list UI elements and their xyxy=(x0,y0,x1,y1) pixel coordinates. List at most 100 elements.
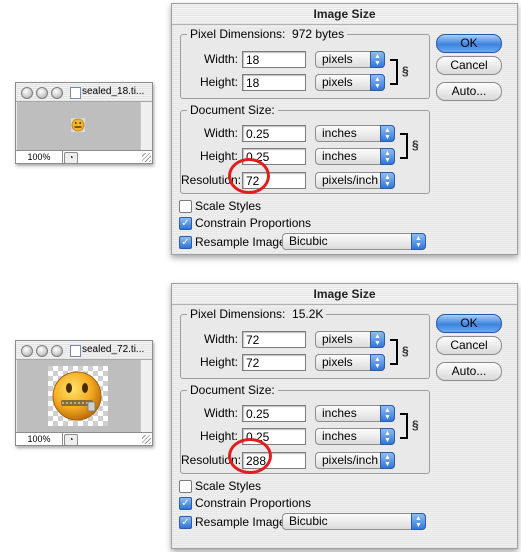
resize-grip[interactable] xyxy=(142,435,151,444)
zoom-level[interactable]: 100% xyxy=(16,151,63,163)
px-height-field[interactable]: 18 xyxy=(242,74,306,91)
px-height-unit-select[interactable]: pixels ▲ ▼ xyxy=(315,354,385,371)
resample-image-label: Resample Image: xyxy=(195,515,290,529)
resample-image-checkbox[interactable]: ✓ xyxy=(179,516,192,529)
chain-link-icon: § xyxy=(412,418,419,432)
scale-styles-label: Scale Styles xyxy=(195,199,262,213)
popup-arrows-icon: ▲ ▼ xyxy=(380,405,395,422)
zoom-level[interactable]: 100% xyxy=(16,433,63,445)
doc-width-unit-select[interactable]: inches ▲ ▼ xyxy=(315,125,395,142)
status-menu-icon[interactable]: ◔ xyxy=(64,434,78,446)
popup-arrows-icon: ▲ ▼ xyxy=(411,233,426,250)
resample-method-select[interactable]: Bicubic ▲ ▼ xyxy=(282,233,426,250)
document-window-72[interactable]: sealed_72.ti... 100% ◔ xyxy=(15,340,153,446)
document-size-label: Document Size: xyxy=(187,103,278,117)
chain-link-icon: § xyxy=(402,344,409,358)
doc-width-label: Width: xyxy=(203,126,238,140)
zoom-window-button[interactable] xyxy=(51,345,63,357)
resolution-highlight-circle xyxy=(228,158,270,194)
doc-width-field[interactable]: 0.25 xyxy=(242,405,306,422)
scale-styles-label: Scale Styles xyxy=(195,479,262,493)
resolution-unit-select[interactable]: pixels/inch ▲ ▼ xyxy=(315,452,395,469)
zoom-window-button[interactable] xyxy=(51,87,63,99)
px-width-field[interactable]: 72 xyxy=(242,331,306,348)
popup-arrows-icon: ▲ ▼ xyxy=(380,428,395,445)
ok-button[interactable]: OK xyxy=(436,314,502,333)
close-window-button[interactable] xyxy=(21,87,33,99)
dialog-title: Image Size xyxy=(172,284,517,305)
popup-arrows-icon: ▲ ▼ xyxy=(370,331,385,348)
document-title-bar[interactable]: sealed_72.ti... xyxy=(16,341,152,360)
chain-link-icon: § xyxy=(402,64,409,78)
chain-link-icon: § xyxy=(412,138,419,152)
constrain-proportions-checkbox[interactable]: ✓ xyxy=(179,217,192,230)
cancel-button[interactable]: Cancel xyxy=(436,56,502,75)
document-window-18[interactable]: sealed_18.ti... 100% ◔ xyxy=(15,82,153,164)
popup-arrows-icon: ▲ ▼ xyxy=(370,354,385,371)
pixel-dimensions-value: 15.2K xyxy=(292,307,324,321)
px-width-unit-select[interactable]: pixels ▲ ▼ xyxy=(315,51,385,68)
minimize-window-button[interactable] xyxy=(36,345,48,357)
vertical-scrollbar[interactable] xyxy=(140,102,152,150)
auto-button[interactable]: Auto... xyxy=(436,82,502,101)
doc-height-label: Height: xyxy=(199,429,238,443)
document-canvas[interactable] xyxy=(17,360,140,432)
px-width-label: Width: xyxy=(203,332,238,346)
document-size-label: Document Size: xyxy=(187,383,278,397)
ok-button[interactable]: OK xyxy=(436,34,502,53)
doc-width-label: Width: xyxy=(203,406,238,420)
px-width-unit-select[interactable]: pixels ▲ ▼ xyxy=(315,331,385,348)
doc-height-unit-select[interactable]: inches ▲ ▼ xyxy=(315,428,395,445)
pixel-dimensions-group: Pixel Dimensions: 972 bytes Width: 18 pi… xyxy=(180,27,430,99)
resample-image-checkbox[interactable]: ✓ xyxy=(179,236,192,249)
constrain-proportions-checkbox[interactable]: ✓ xyxy=(179,497,192,510)
zipper-mouth-emoji-large xyxy=(48,366,108,426)
resolution-unit-select[interactable]: pixels/inch ▲ ▼ xyxy=(315,172,395,189)
resolution-highlight-circle xyxy=(228,438,272,474)
tiff-file-icon xyxy=(70,87,81,99)
px-height-label: Height: xyxy=(199,75,238,89)
image-size-dialog-2: Image Size Pixel Dimensions: 15.2K Width… xyxy=(171,283,518,549)
popup-arrows-icon: ▲ ▼ xyxy=(370,74,385,91)
document-filename: sealed_18.ti... xyxy=(82,86,145,97)
doc-width-unit-select[interactable]: inches ▲ ▼ xyxy=(315,405,395,422)
constrain-proportions-label: Constrain Proportions xyxy=(195,496,312,510)
pixel-dimensions-group: Pixel Dimensions: 15.2K Width: 72 pixels… xyxy=(180,307,430,379)
pixel-dimensions-label: Pixel Dimensions: 15.2K xyxy=(187,307,327,321)
document-title-bar[interactable]: sealed_18.ti... xyxy=(16,83,152,102)
vertical-scrollbar[interactable] xyxy=(140,360,152,432)
popup-arrows-icon: ▲ ▼ xyxy=(380,452,395,469)
resample-image-label: Resample Image: xyxy=(195,235,290,249)
px-height-label: Height: xyxy=(199,355,238,369)
dialog-title: Image Size xyxy=(172,4,517,25)
px-width-field[interactable]: 18 xyxy=(242,51,306,68)
px-height-unit-select[interactable]: pixels ▲ ▼ xyxy=(315,74,385,91)
popup-arrows-icon: ▲ ▼ xyxy=(380,172,395,189)
status-bar: 100% ◔ xyxy=(16,432,152,446)
popup-arrows-icon: ▲ ▼ xyxy=(380,148,395,165)
doc-height-label: Height: xyxy=(199,149,238,163)
close-window-button[interactable] xyxy=(21,345,33,357)
image-size-dialog-1: Image Size Pixel Dimensions: 972 bytes W… xyxy=(171,3,518,255)
document-filename: sealed_72.ti... xyxy=(82,344,145,355)
constrain-bracket xyxy=(390,59,398,85)
auto-button[interactable]: Auto... xyxy=(436,362,502,381)
px-width-label: Width: xyxy=(203,52,238,66)
px-height-field[interactable]: 72 xyxy=(242,354,306,371)
minimize-window-button[interactable] xyxy=(36,87,48,99)
constrain-bracket xyxy=(400,413,408,439)
scale-styles-checkbox[interactable] xyxy=(179,480,192,493)
document-size-group: Document Size: Width: 0.25 inches ▲ ▼ Heig… xyxy=(180,103,430,194)
cancel-button[interactable]: Cancel xyxy=(436,336,502,355)
status-bar: 100% ◔ xyxy=(16,150,152,164)
doc-height-unit-select[interactable]: inches ▲ ▼ xyxy=(315,148,395,165)
pixel-dimensions-label: Pixel Dimensions: 972 bytes xyxy=(187,27,348,41)
status-menu-icon[interactable]: ◔ xyxy=(64,152,78,164)
scale-styles-checkbox[interactable] xyxy=(179,200,192,213)
resample-method-select[interactable]: Bicubic ▲ ▼ xyxy=(282,513,426,530)
resize-grip[interactable] xyxy=(142,153,151,162)
pixel-dimensions-value: 972 bytes xyxy=(292,27,345,41)
document-canvas[interactable] xyxy=(17,102,140,150)
popup-arrows-icon: ▲ ▼ xyxy=(380,125,395,142)
doc-width-field[interactable]: 0.25 xyxy=(242,125,306,142)
